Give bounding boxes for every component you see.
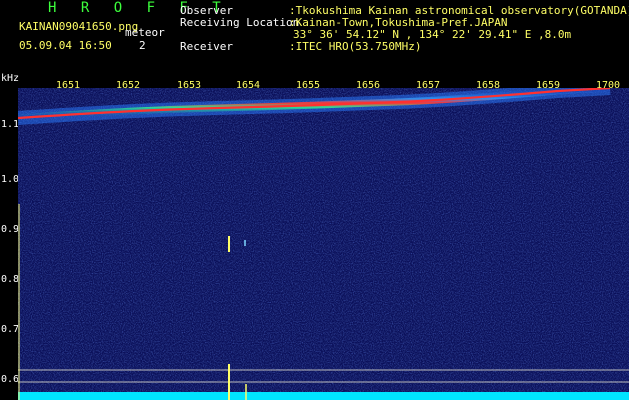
observer-label: Observer [180,4,233,17]
spectrogram [18,88,629,400]
noise-floor [18,392,629,400]
observer-value: :Tkokushima Kainan astronomical observat… [289,4,629,17]
datetime-label: 05.09.04 16:50 [19,39,112,52]
y-tick-label: 0.8 [1,274,20,285]
spectrogram-noise [18,88,629,400]
location-label: Receiving Location [180,16,300,29]
y-tick-label: 0.6 [1,374,20,385]
left-axis-marker [18,204,20,400]
hro-display: H R O F F T KAINAN09041650.png meteor 05… [0,0,629,400]
y-tick-label: 1.0 [1,174,20,185]
filename-label: KAINAN09041650.png [19,20,139,33]
y-tick-label: 1.1 [1,119,20,130]
meteor-label: meteor [125,26,165,39]
meteor-count: 2 [139,39,146,52]
location-value: :Kainan-Town,Tokushima-Pref.JAPAN [289,16,508,29]
coords-value: 33° 36' 54.12" N , 134° 22' 29.41" E ,8.… [293,28,572,41]
y-unit-label: kHz [1,73,20,84]
y-tick-label: 0.9 [1,224,20,235]
receiver-label: Receiver [180,40,233,53]
y-tick-label: 0.7 [1,324,20,335]
receiver-value: :ITEC HRO(53.750MHz) [289,40,422,53]
